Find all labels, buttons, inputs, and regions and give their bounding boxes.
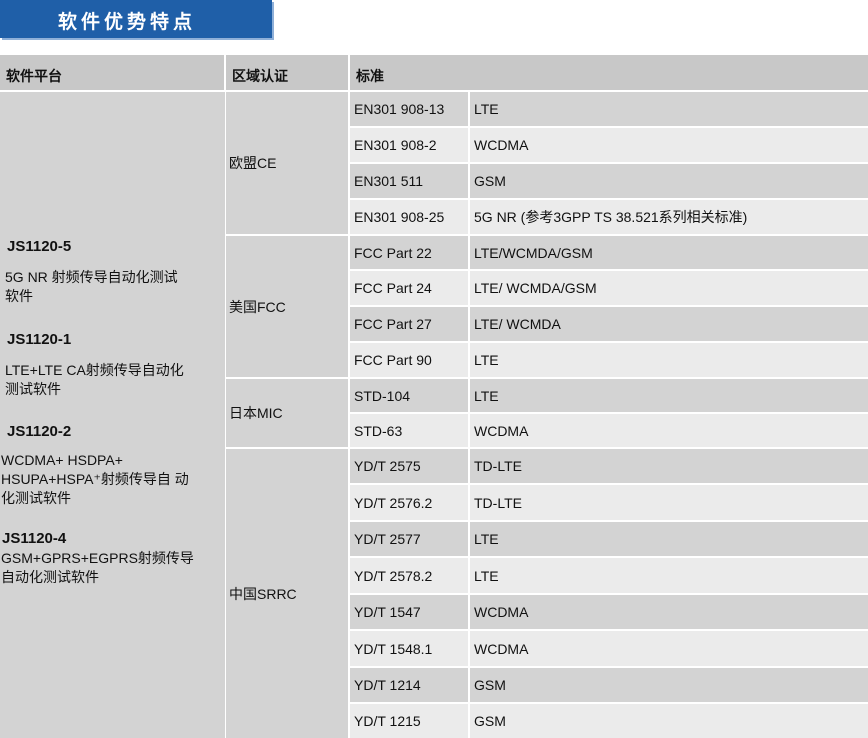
platform-desc-line: HSUPA+HSPA⁺射频传导自 动 [1, 471, 189, 487]
standard-code: FCC Part 22 [350, 236, 468, 269]
standard-tech: LTE [470, 558, 868, 593]
platform-name: JS1120-1 [7, 331, 72, 348]
platform-desc-line: GSM+GPRS+EGPRS射频传导 [1, 550, 194, 566]
region-cell-fcc: 美国FCC [226, 236, 348, 377]
platform-name: JS1120-2 [7, 423, 72, 440]
standard-code: FCC Part 27 [350, 307, 468, 341]
standard-tech: LTE [470, 379, 868, 412]
region-cell-srrc: 中国SRRC [226, 449, 348, 738]
standard-tech: LTE [470, 343, 868, 377]
platform-name: JS1120-5 [7, 238, 72, 255]
standard-tech: WCDMA [470, 595, 868, 629]
standard-code: FCC Part 24 [350, 271, 468, 305]
standard-tech: 5G NR (参考3GPP TS 38.521系列相关标准) [470, 200, 868, 234]
standard-code: EN301 908-25 [350, 200, 468, 234]
platform-cell: JS1120-5 5G NR 射频传导自动化测试 软件 JS1120-1 LTE… [0, 92, 225, 738]
standard-code: EN301 511 [350, 164, 468, 198]
standard-tech: WCDMA [470, 128, 868, 162]
section-title: 软件优势特点 [58, 11, 197, 33]
platform-desc-line: WCDMA+ HSDPA+ [1, 452, 123, 468]
standard-tech: LTE [470, 522, 868, 556]
platform-desc-line: LTE+LTE CA射频传导自动化 [5, 362, 184, 378]
region-cell-mic: 日本MIC [226, 379, 348, 447]
standard-code: FCC Part 90 [350, 343, 468, 377]
standard-code: STD-104 [350, 379, 468, 412]
header-region: 区域认证 [226, 55, 348, 90]
platform-desc: GSM+GPRS+EGPRS射频传导 自动化测试软件 [1, 549, 194, 587]
header-platform: 软件平台 [0, 55, 224, 90]
platform-desc-line: 化测试软件 [1, 490, 71, 506]
standard-tech: WCDMA [470, 414, 868, 447]
standard-code: YD/T 1548.1 [350, 631, 468, 666]
standard-tech: TD-LTE [470, 485, 868, 520]
platform-desc-line: 测试软件 [5, 381, 61, 397]
standard-tech: LTE/ WCMDA [470, 307, 868, 341]
standard-code: YD/T 2576.2 [350, 485, 468, 520]
standard-code: YD/T 1214 [350, 668, 468, 702]
standard-tech: GSM [470, 704, 868, 738]
platform-desc: WCDMA+ HSDPA+ HSUPA+HSPA⁺射频传导自 动 化测试软件 [1, 451, 189, 508]
standard-code: EN301 908-13 [350, 92, 468, 126]
standard-tech: TD-LTE [470, 449, 868, 483]
standard-tech: GSM [470, 668, 868, 702]
standard-code: YD/T 1215 [350, 704, 468, 738]
platform-desc-line: 软件 [5, 288, 33, 304]
standard-code: EN301 908-2 [350, 128, 468, 162]
standard-tech: LTE/ WCMDA/GSM [470, 271, 868, 305]
platform-desc-line: 5G NR 射频传导自动化测试 [5, 269, 178, 285]
standard-tech: LTE/WCMDA/GSM [470, 236, 868, 269]
standard-tech: GSM [470, 164, 868, 198]
platform-name: JS1120-4 [2, 530, 67, 547]
standard-code: YD/T 2578.2 [350, 558, 468, 593]
standard-code: YD/T 2577 [350, 522, 468, 556]
platform-desc: 5G NR 射频传导自动化测试 软件 [5, 268, 178, 306]
platform-desc-line: 自动化测试软件 [1, 569, 99, 585]
section-banner: 软件优势特点 [0, 0, 272, 38]
standard-code: STD-63 [350, 414, 468, 447]
standard-code: YD/T 2575 [350, 449, 468, 483]
platform-desc: LTE+LTE CA射频传导自动化 测试软件 [5, 361, 184, 399]
standard-tech: LTE [470, 92, 868, 126]
standard-code: YD/T 1547 [350, 595, 468, 629]
header-standard: 标准 [350, 55, 868, 90]
region-cell-ce: 欧盟CE [226, 92, 348, 234]
standard-tech: WCDMA [470, 631, 868, 666]
